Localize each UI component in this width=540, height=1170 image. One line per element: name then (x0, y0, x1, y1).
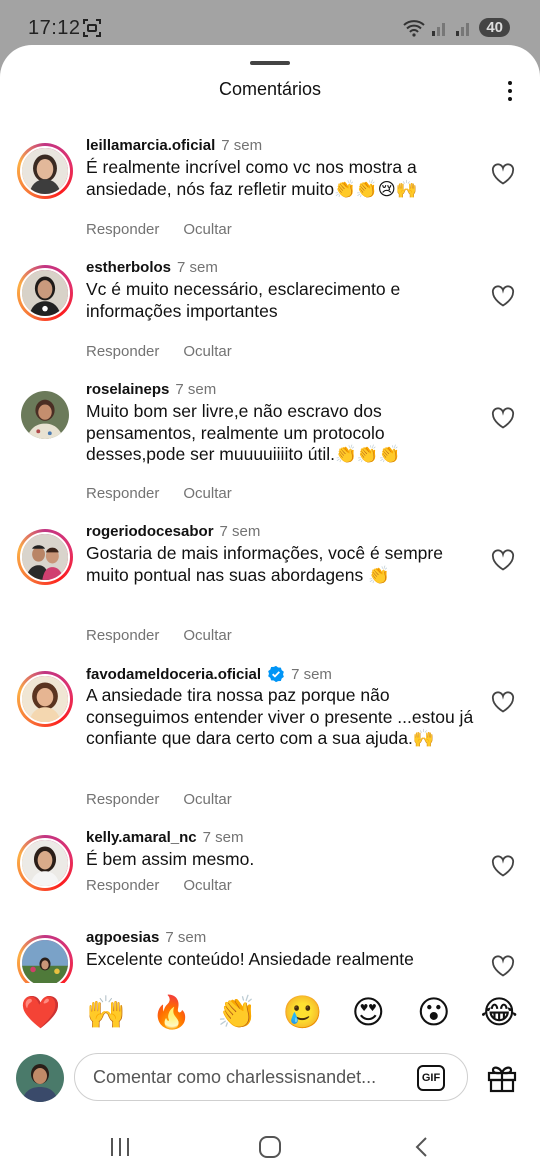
avatar[interactable] (17, 671, 73, 727)
heart-icon[interactable] (491, 855, 515, 877)
heart-icon[interactable] (491, 407, 515, 429)
heart-icon[interactable] (491, 163, 515, 185)
reply-button[interactable]: Responder (86, 485, 159, 502)
recent-apps-icon[interactable] (106, 1135, 134, 1159)
comment-username[interactable]: leillamarcia.oficial (86, 137, 215, 154)
status-icons: 40 (403, 18, 510, 37)
battery-indicator: 40 (479, 18, 510, 37)
sheet-title: Comentários (218, 79, 322, 99)
comment-composer: Comentar como charlessisnandet... GIF (0, 1045, 540, 1111)
drag-handle[interactable] (250, 61, 290, 65)
reaction-raised-hands[interactable]: 🙌 (86, 996, 126, 1028)
current-user-avatar (16, 1054, 64, 1102)
reply-button[interactable]: Responder (86, 627, 159, 644)
home-icon[interactable] (256, 1135, 284, 1159)
hide-button[interactable]: Ocultar (183, 343, 231, 360)
signal-icon-2 (456, 22, 470, 36)
reply-button[interactable]: Responder (86, 791, 159, 808)
quick-reactions-bar: ❤️ 🙌 🔥 👏 🥲 😍 😮 😂 (0, 983, 540, 1041)
hide-button[interactable]: Ocultar (183, 877, 231, 894)
reaction-teary-smile[interactable]: 🥲 (283, 996, 323, 1028)
heart-icon[interactable] (491, 285, 515, 307)
reaction-heart[interactable]: ❤️ (21, 996, 61, 1028)
avatar[interactable] (17, 835, 73, 891)
back-icon[interactable] (408, 1135, 436, 1159)
reply-button[interactable]: Responder (86, 877, 159, 894)
verified-badge-icon (268, 665, 284, 683)
heart-icon[interactable] (491, 691, 515, 713)
heart-icon[interactable] (491, 549, 515, 571)
comment-username[interactable]: roselaineps (86, 381, 169, 398)
avatar[interactable] (17, 529, 73, 585)
avatar[interactable] (17, 265, 73, 321)
comment-time: 7 sem (202, 829, 244, 846)
comment-time: 7 sem (219, 523, 261, 540)
comment-text: É bem assim mesmo. (86, 849, 255, 869)
comment-text: A ansiedade tira nossa paz porque não co… (86, 685, 474, 748)
comment-username[interactable]: rogeriodocesabor (86, 523, 214, 540)
comment-time: 7 sem (177, 259, 218, 276)
wifi-icon (403, 19, 425, 37)
heart-icon[interactable] (491, 955, 515, 977)
system-navigation-bar (0, 1125, 540, 1170)
comment-text: É realmente incrível como vc nos mostra … (86, 157, 418, 199)
gif-button[interactable]: GIF (417, 1065, 445, 1091)
status-time: 17:12 (28, 17, 81, 39)
screenshot-icon (83, 19, 101, 37)
comments-sheet: Comentários leillamarcia.oficial 7 sem É … (0, 45, 540, 1170)
comments-list[interactable]: leillamarcia.oficial 7 sem É realmente in… (0, 137, 540, 985)
hide-button[interactable]: Ocultar (183, 791, 231, 808)
hide-button[interactable]: Ocultar (183, 221, 231, 238)
avatar[interactable] (17, 935, 73, 985)
reaction-surprised[interactable]: 😮 (414, 996, 454, 1028)
comment-username[interactable]: kelly.amaral_nc (86, 829, 197, 846)
hide-button[interactable]: Ocultar (183, 485, 231, 502)
reaction-heart-eyes[interactable]: 😍 (348, 996, 388, 1028)
reply-button[interactable]: Responder (86, 221, 159, 238)
comment-time: 7 sem (175, 381, 217, 398)
comment-username[interactable]: favodameldoceria.oficial (86, 666, 261, 683)
comment-username[interactable]: estherbolos (86, 259, 171, 276)
comment-input[interactable]: Comentar como charlessisnandet... (74, 1053, 468, 1101)
hide-button[interactable]: Ocultar (183, 627, 231, 644)
reaction-laughing[interactable]: 😂 (479, 996, 519, 1028)
avatar[interactable] (17, 143, 73, 199)
signal-icon (432, 22, 446, 36)
comment-text: Gostaria de mais informações, você é sem… (86, 543, 443, 585)
comment-text: Excelente conteúdo! Ansiedade realmente (86, 949, 414, 969)
comment-text: Muito bom ser livre,e não escravo dos pe… (86, 401, 401, 464)
comment-time: 7 sem (291, 665, 332, 683)
reaction-fire[interactable]: 🔥 (152, 996, 192, 1028)
gift-icon[interactable] (486, 1063, 518, 1093)
more-options-icon[interactable] (502, 79, 518, 103)
comment-time: 7 sem (165, 929, 207, 946)
reaction-clap[interactable]: 👏 (217, 996, 257, 1028)
reply-button[interactable]: Responder (86, 343, 159, 360)
comment-text: Vc é muito necessário, esclarecimento e … (86, 279, 401, 321)
comment-username[interactable]: agpoesias (86, 929, 159, 946)
avatar[interactable] (17, 387, 73, 443)
comment-time: 7 sem (221, 137, 263, 154)
